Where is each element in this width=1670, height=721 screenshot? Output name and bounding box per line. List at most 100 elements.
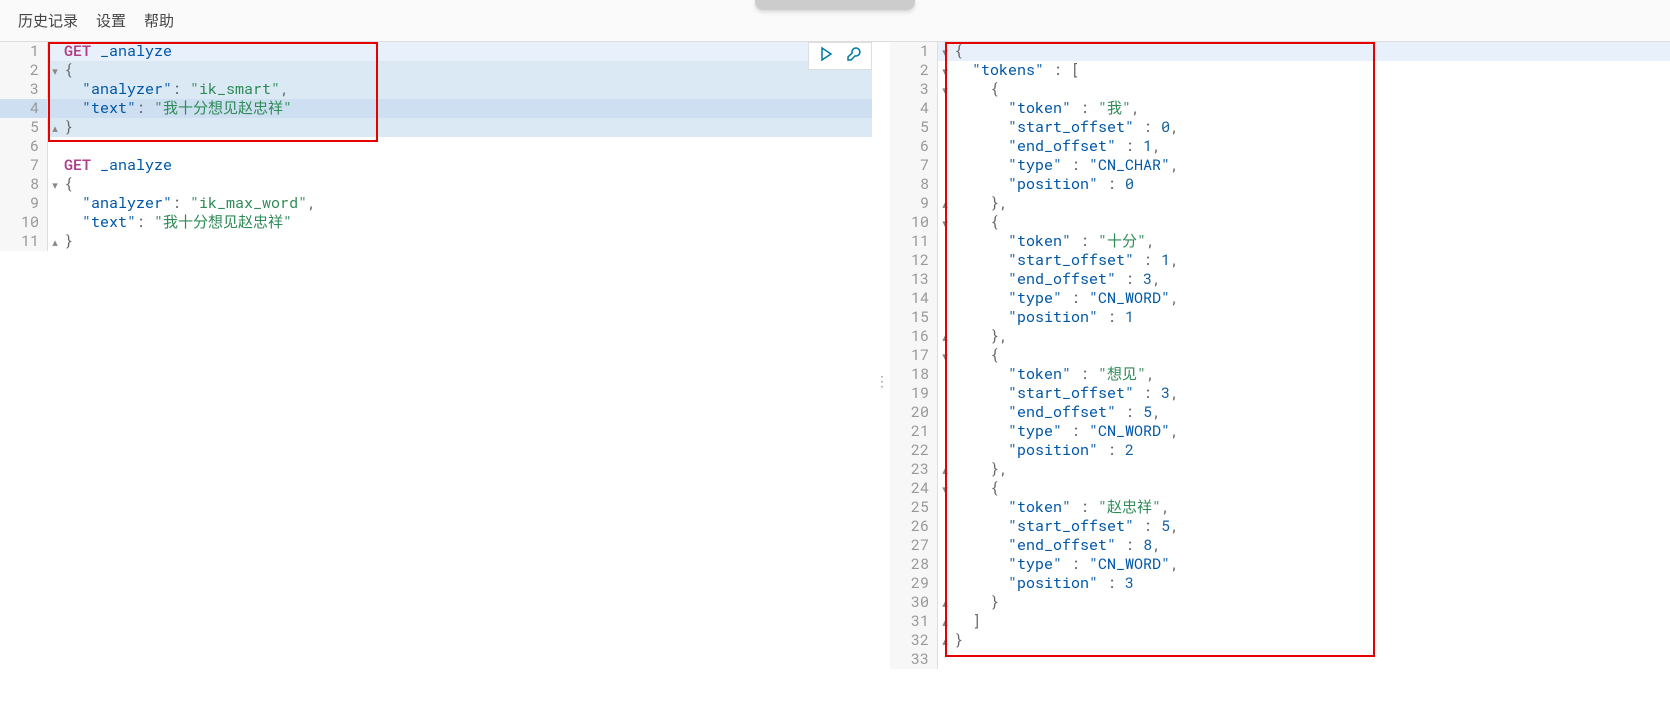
- code-line[interactable]: 4 "text": "我十分想见赵忠祥": [0, 99, 872, 118]
- code-content: "end_offset" : 8,: [952, 536, 1670, 555]
- code-line[interactable]: 33: [890, 650, 1670, 669]
- fold-toggle-icon[interactable]: ▾: [938, 80, 952, 99]
- code-line[interactable]: 18 "token" : "想见",: [890, 365, 1670, 384]
- code-content: "token" : "十分",: [952, 232, 1670, 251]
- line-number: 33: [890, 650, 938, 669]
- code-content: "end_offset" : 1,: [952, 137, 1670, 156]
- code-line[interactable]: 25 "token" : "赵忠祥",: [890, 498, 1670, 517]
- fold-toggle-icon[interactable]: ▾: [938, 61, 952, 80]
- code-line[interactable]: 13 "end_offset" : 3,: [890, 270, 1670, 289]
- code-line[interactable]: 2▾ "tokens" : [: [890, 61, 1670, 80]
- code-content: "text": "我十分想见赵忠祥": [62, 213, 872, 232]
- collapsed-top-tab[interactable]: [755, 0, 915, 10]
- code-line[interactable]: 8 "position" : 0: [890, 175, 1670, 194]
- code-content: "token" : "想见",: [952, 365, 1670, 384]
- code-line[interactable]: 8▾{: [0, 175, 872, 194]
- code-line[interactable]: 22 "position" : 2: [890, 441, 1670, 460]
- line-number: 9: [890, 194, 938, 213]
- line-number: 9: [0, 194, 48, 213]
- fold-toggle-icon[interactable]: ▾: [938, 346, 952, 365]
- fold-toggle-icon[interactable]: ▴: [938, 612, 952, 631]
- fold-toggle-icon[interactable]: ▴: [938, 194, 952, 213]
- fold-spacer: [48, 80, 62, 99]
- menu-settings[interactable]: 设置: [96, 10, 126, 31]
- pane-splitter[interactable]: ⋮: [872, 42, 890, 721]
- fold-spacer: [938, 137, 952, 156]
- fold-toggle-icon[interactable]: ▾: [938, 42, 952, 61]
- line-number: 30: [890, 593, 938, 612]
- line-number: 6: [890, 137, 938, 156]
- code-line[interactable]: 32▴}: [890, 631, 1670, 650]
- code-line[interactable]: 27 "end_offset" : 8,: [890, 536, 1670, 555]
- fold-toggle-icon[interactable]: ▴: [48, 118, 62, 137]
- code-content: "token" : "我",: [952, 99, 1670, 118]
- code-line[interactable]: 5▴}: [0, 118, 872, 137]
- code-line[interactable]: 20 "end_offset" : 5,: [890, 403, 1670, 422]
- code-line[interactable]: 28 "type" : "CN_WORD",: [890, 555, 1670, 574]
- code-line[interactable]: 4 "token" : "我",: [890, 99, 1670, 118]
- menu-help[interactable]: 帮助: [144, 10, 174, 31]
- code-content: }: [952, 593, 1670, 612]
- code-line[interactable]: 1▾{: [890, 42, 1670, 61]
- fold-toggle-icon[interactable]: ▾: [938, 213, 952, 232]
- code-line[interactable]: 10 "text": "我十分想见赵忠祥": [0, 213, 872, 232]
- fold-toggle-icon[interactable]: ▾: [48, 61, 62, 80]
- code-line[interactable]: 11 "token" : "十分",: [890, 232, 1670, 251]
- fold-toggle-icon[interactable]: ▴: [938, 631, 952, 650]
- run-button[interactable]: [813, 45, 839, 67]
- code-line[interactable]: 7GET _analyze: [0, 156, 872, 175]
- line-number: 5: [890, 118, 938, 137]
- fold-toggle-icon[interactable]: ▴: [938, 327, 952, 346]
- line-number: 6: [0, 137, 48, 156]
- code-line[interactable]: 9▴ },: [890, 194, 1670, 213]
- code-line[interactable]: 23▴ },: [890, 460, 1670, 479]
- code-line[interactable]: 5 "start_offset" : 0,: [890, 118, 1670, 137]
- code-line[interactable]: 10▾ {: [890, 213, 1670, 232]
- fold-toggle-icon[interactable]: ▾: [48, 175, 62, 194]
- code-line[interactable]: 7 "type" : "CN_CHAR",: [890, 156, 1670, 175]
- code-line[interactable]: 14 "type" : "CN_WORD",: [890, 289, 1670, 308]
- fold-spacer: [938, 555, 952, 574]
- code-line[interactable]: 16▴ },: [890, 327, 1670, 346]
- code-content: {: [952, 80, 1670, 99]
- fold-toggle-icon[interactable]: ▾: [938, 479, 952, 498]
- code-content: "position" : 1: [952, 308, 1670, 327]
- options-button[interactable]: [841, 45, 867, 67]
- code-line[interactable]: 21 "type" : "CN_WORD",: [890, 422, 1670, 441]
- code-content: }: [62, 232, 872, 251]
- code-line[interactable]: 1GET _analyze: [0, 42, 872, 61]
- code-line[interactable]: 11▴}: [0, 232, 872, 251]
- code-line[interactable]: 3▾ {: [890, 80, 1670, 99]
- code-content: "type" : "CN_WORD",: [952, 555, 1670, 574]
- code-content: "text": "我十分想见赵忠祥": [62, 99, 872, 118]
- code-content: "type" : "CN_WORD",: [952, 422, 1670, 441]
- fold-toggle-icon[interactable]: ▴: [938, 460, 952, 479]
- fold-toggle-icon[interactable]: ▴: [938, 593, 952, 612]
- code-line[interactable]: 6: [0, 137, 872, 156]
- line-number: 21: [890, 422, 938, 441]
- code-line[interactable]: 17▾ {: [890, 346, 1670, 365]
- line-number: 11: [890, 232, 938, 251]
- code-line[interactable]: 19 "start_offset" : 3,: [890, 384, 1670, 403]
- code-content: {: [952, 213, 1670, 232]
- code-line[interactable]: 12 "start_offset" : 1,: [890, 251, 1670, 270]
- fold-spacer: [938, 441, 952, 460]
- request-editor[interactable]: 1GET _analyze2▾{3 "analyzer": "ik_smart"…: [0, 42, 872, 251]
- code-line[interactable]: 9 "analyzer": "ik_max_word",: [0, 194, 872, 213]
- code-line[interactable]: 2▾{: [0, 61, 872, 80]
- code-line[interactable]: 3 "analyzer": "ik_smart",: [0, 80, 872, 99]
- code-line[interactable]: 26 "start_offset" : 5,: [890, 517, 1670, 536]
- code-content: },: [952, 460, 1670, 479]
- fold-spacer: [938, 232, 952, 251]
- code-line[interactable]: 15 "position" : 1: [890, 308, 1670, 327]
- fold-toggle-icon[interactable]: ▴: [48, 232, 62, 251]
- code-line[interactable]: 29 "position" : 3: [890, 574, 1670, 593]
- fold-spacer: [938, 574, 952, 593]
- code-line[interactable]: 24▾ {: [890, 479, 1670, 498]
- code-line[interactable]: 30▴ }: [890, 593, 1670, 612]
- line-number: 2: [890, 61, 938, 80]
- code-line[interactable]: 6 "end_offset" : 1,: [890, 137, 1670, 156]
- response-editor[interactable]: 1▾{2▾ "tokens" : [3▾ {4 "token" : "我",5 …: [890, 42, 1670, 669]
- menu-history[interactable]: 历史记录: [18, 10, 78, 31]
- code-line[interactable]: 31▴ ]: [890, 612, 1670, 631]
